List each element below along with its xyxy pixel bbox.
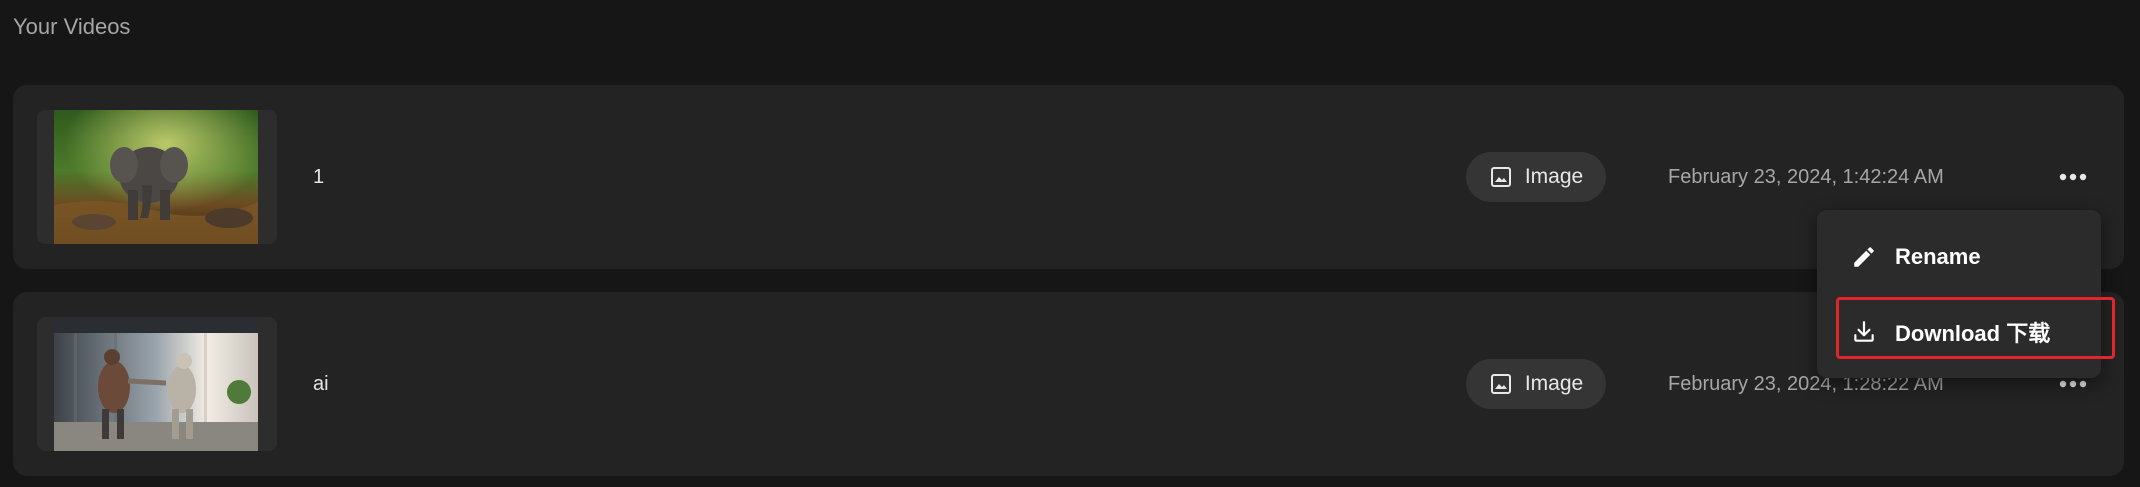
image-icon xyxy=(1490,167,1511,187)
highlight-annotation-box xyxy=(1836,297,2115,359)
rename-menu-item[interactable]: Rename xyxy=(1817,224,2101,290)
section-title: Your Videos xyxy=(13,14,131,39)
more-horizontal-icon xyxy=(2059,173,2087,181)
video-name[interactable]: 1 xyxy=(313,85,324,269)
type-badge: Image xyxy=(1466,152,1606,202)
type-badge: Image xyxy=(1466,359,1606,409)
rename-label: Rename xyxy=(1895,244,1981,269)
type-label: Image xyxy=(1524,165,1584,188)
videos-page: Your Videos 1 Image February 23, 2024, 1… xyxy=(0,0,2140,487)
video-row[interactable]: ai Image February 23, 2024, 1:28:22 AM xyxy=(13,292,2124,476)
image-icon xyxy=(1490,374,1511,394)
video-thumbnail[interactable] xyxy=(37,110,277,244)
video-thumbnail[interactable] xyxy=(37,317,277,451)
more-options-button[interactable] xyxy=(2053,161,2093,193)
more-horizontal-icon xyxy=(2059,380,2087,388)
elephant-thumbnail xyxy=(54,110,258,244)
robots-fighting-thumbnail xyxy=(54,317,258,451)
video-name[interactable]: ai xyxy=(313,292,329,476)
type-label: Image xyxy=(1524,372,1584,395)
pencil-icon xyxy=(1854,247,1874,267)
video-row[interactable]: 1 Image February 23, 2024, 1:42:24 AM xyxy=(13,85,2124,269)
